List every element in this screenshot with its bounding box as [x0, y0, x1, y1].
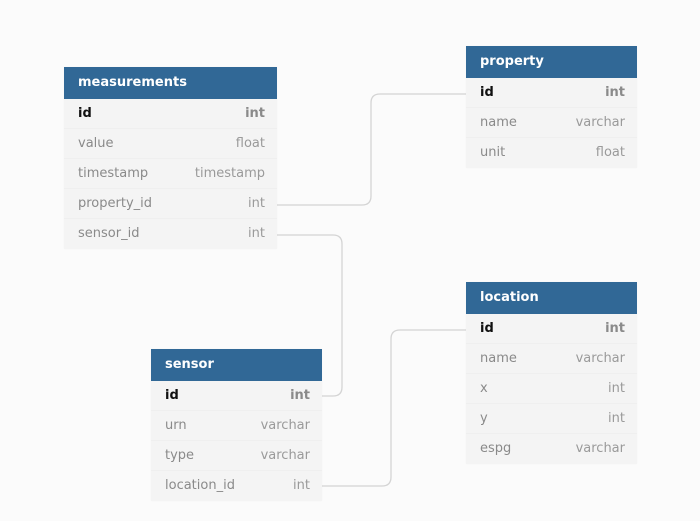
field-name: type [165, 448, 195, 463]
field-name: urn [165, 418, 187, 433]
field-name: property_id [78, 196, 153, 211]
field-row[interactable]: property_id int [64, 189, 277, 219]
field-row[interactable]: id int [151, 381, 322, 411]
field-row[interactable]: name varchar [466, 108, 637, 138]
field-row[interactable]: x int [466, 374, 637, 404]
field-row[interactable]: type varchar [151, 441, 322, 471]
field-row[interactable]: id int [64, 99, 277, 129]
field-name: x [480, 381, 488, 396]
table-sensor[interactable]: sensor id int urn varchar type varchar l… [151, 349, 322, 501]
field-type: float [595, 145, 625, 160]
field-name: id [165, 388, 179, 403]
field-type: int [248, 196, 265, 211]
field-row[interactable]: timestamp timestamp [64, 159, 277, 189]
field-row[interactable]: value float [64, 129, 277, 159]
relation-measurements-property[interactable] [277, 93, 466, 206]
field-name: timestamp [78, 166, 149, 181]
field-name: name [480, 115, 517, 130]
field-type: timestamp [194, 166, 265, 181]
field-name: sensor_id [78, 226, 140, 241]
field-row[interactable]: unit float [466, 138, 637, 168]
table-measurements[interactable]: measurements id int value float timestam… [64, 67, 277, 249]
field-type: int [605, 321, 625, 336]
field-type: varchar [260, 418, 310, 433]
field-type: float [235, 136, 265, 151]
field-name: y [480, 411, 488, 426]
field-name: unit [480, 145, 506, 160]
field-row[interactable]: y int [466, 404, 637, 434]
field-row[interactable]: location_id int [151, 471, 322, 501]
field-name: name [480, 351, 517, 366]
field-row[interactable]: urn varchar [151, 411, 322, 441]
field-type: varchar [575, 115, 625, 130]
table-header[interactable]: measurements [64, 67, 277, 99]
table-header[interactable]: property [466, 46, 637, 78]
table-header[interactable]: location [466, 282, 637, 314]
field-name: id [480, 85, 494, 100]
field-type: int [608, 381, 625, 396]
relation-sensor-location[interactable] [322, 329, 466, 487]
field-type: varchar [260, 448, 310, 463]
field-type: varchar [575, 351, 625, 366]
table-location[interactable]: location id int name varchar x int y int… [466, 282, 637, 464]
field-name: espg [480, 441, 512, 456]
table-property[interactable]: property id int name varchar unit float [466, 46, 637, 168]
field-type: int [605, 85, 625, 100]
field-name: id [480, 321, 494, 336]
field-type: varchar [575, 441, 625, 456]
field-type: int [608, 411, 625, 426]
field-row[interactable]: sensor_id int [64, 219, 277, 249]
field-type: int [245, 106, 265, 121]
field-row[interactable]: id int [466, 314, 637, 344]
field-name: location_id [165, 478, 235, 493]
table-header[interactable]: sensor [151, 349, 322, 381]
field-name: value [78, 136, 114, 151]
field-row[interactable]: espg varchar [466, 434, 637, 464]
field-name: id [78, 106, 92, 121]
field-type: int [248, 226, 265, 241]
field-row[interactable]: name varchar [466, 344, 637, 374]
field-row[interactable]: id int [466, 78, 637, 108]
diagram-canvas[interactable]: measurements id int value float timestam… [0, 0, 700, 521]
field-type: int [290, 388, 310, 403]
field-type: int [293, 478, 310, 493]
